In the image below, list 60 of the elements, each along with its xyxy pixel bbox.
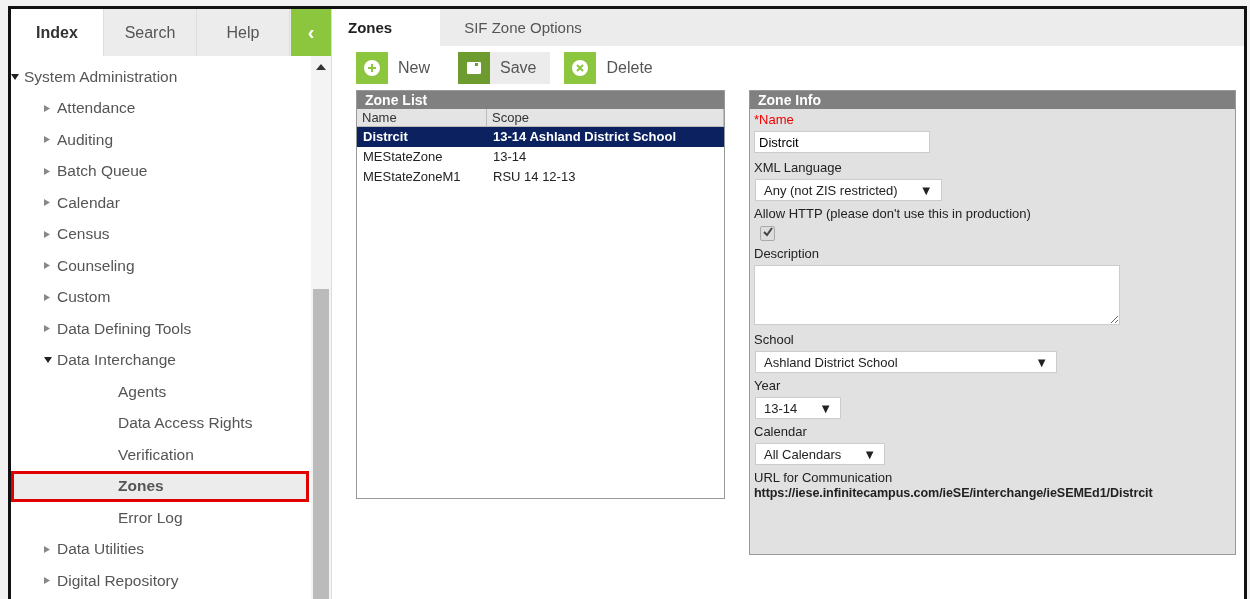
tree-item-label: Attendance [57,99,136,118]
tree-item-label: Calendar [57,193,120,212]
tree-item[interactable]: Error Log [11,502,309,534]
tree-item[interactable]: Census [11,218,309,250]
scroll-up-icon[interactable] [316,64,326,70]
tab[interactable]: Zones [332,9,441,46]
dropdown[interactable]: Any (not ZIS restricted) ▼ [755,179,942,201]
delete-button[interactable]: Delete [564,52,667,84]
tree-item[interactable]: Custom [11,281,309,313]
url-text: https://iese.infinitecampus.com/ieSE/interchange/ieSEMEd1/Distrcit [754,486,1154,500]
tree-item[interactable]: Calendar [11,187,309,219]
delete-icon [564,52,597,84]
tree-item[interactable]: Attendance [11,92,309,124]
tree-item[interactable]: Verification [11,439,309,471]
field-label: Year [754,378,782,394]
dropdown[interactable]: All Calendars ▼ [755,443,886,465]
table-cell[interactable]: 13-14 Ashland District School [487,127,724,147]
field-label: School [754,332,795,348]
tree-item-label: Data Interchange [57,351,176,370]
description-field[interactable] [754,265,1120,325]
sidebar-tab[interactable]: Index [11,9,104,56]
tree-item[interactable]: System Administration [11,61,309,93]
field-label: XML Language [754,160,843,176]
panel-title: Zone Info [750,91,1235,109]
tree-item-label: Auditing [57,130,113,149]
add-icon [356,52,388,84]
tree-item[interactable]: Data Access Rights [11,407,309,439]
tree-item[interactable]: Data Defining Tools [11,313,309,345]
field-label: URL for Communication [754,470,894,486]
tree-item-label: Counseling [57,256,135,275]
tree-item[interactable]: Data Utilities [11,533,309,565]
save-icon [458,52,490,84]
tree-item[interactable]: Counseling [11,250,309,282]
column-header[interactable]: Scope [487,109,724,127]
tree-item[interactable]: Data Interchange [11,344,309,376]
tree-item[interactable]: Batch Queue [11,155,309,187]
tree-item-label: Custom [57,288,111,307]
table-cell[interactable]: Distrcit [357,127,487,147]
tree-item[interactable]: Auditing [11,124,309,156]
tree-item-label: Data Utilities [57,540,144,559]
field-label: Description [754,246,821,262]
tree-item-label: System Administration [24,67,178,86]
field-label: *Name [754,112,795,128]
tree-item[interactable]: Agents [11,376,309,408]
name-field[interactable]: Distrcit [754,131,930,153]
field-label: Calendar [754,424,808,440]
new-button[interactable]: New [356,52,444,84]
tree-item-label: Data Defining Tools [57,319,192,338]
tree-item-label: Digital Repository [57,571,179,590]
tree-item[interactable]: Digital Repository [11,565,309,597]
tree-item-label: Census [57,225,110,244]
dropdown[interactable]: Ashland District School ▼ [755,351,1057,373]
tree-item-label: Batch Queue [57,162,148,181]
field-label: Allow HTTP (please don't use this in production) [754,206,1032,222]
scrollbar-thumb[interactable] [313,289,329,599]
dropdown[interactable]: 13-14 ▼ [755,397,842,419]
panel-title: Zone List [357,91,724,109]
save-button[interactable]: Save [458,52,551,84]
tree-item[interactable]: Zones [11,470,309,502]
column-header[interactable]: Name [357,109,487,127]
